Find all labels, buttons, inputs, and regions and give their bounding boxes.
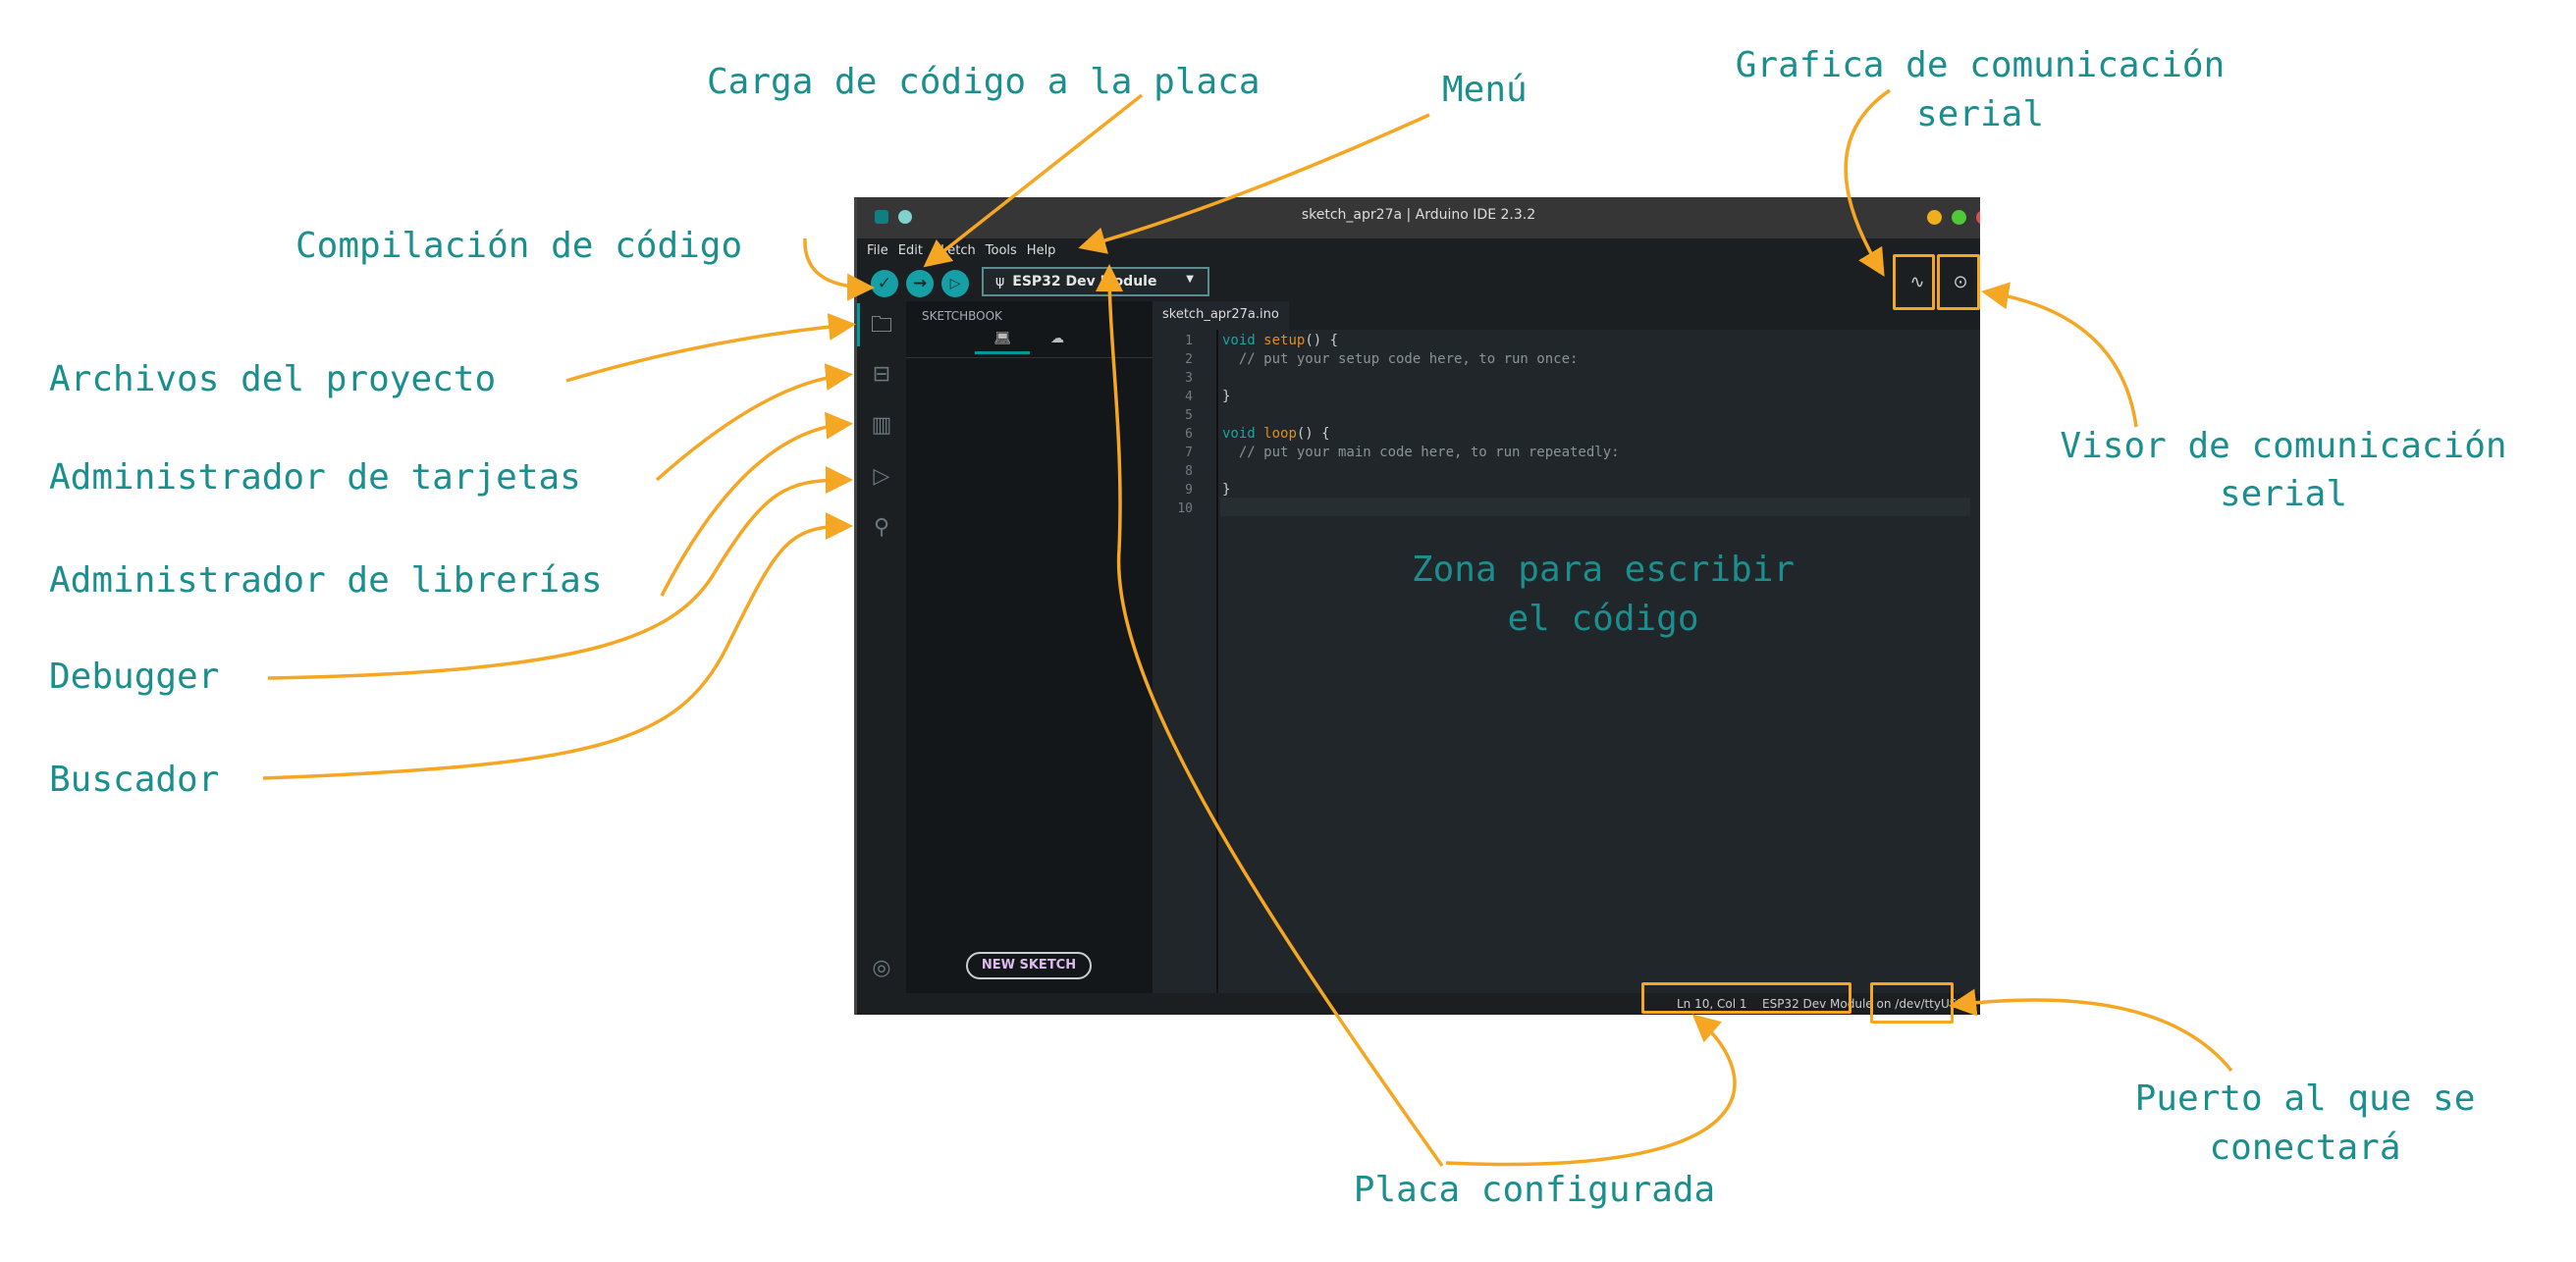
label-files: Archivos del proyecto (49, 359, 497, 399)
label-boards: Administrador de tarjetas (49, 457, 581, 498)
label-libraries: Administrador de librerías (49, 560, 603, 601)
arrow-menu (1078, 113, 1430, 254)
label-plotter-1: Grafica de comunicación (1735, 45, 2226, 85)
label-board: Placa configurada (1353, 1170, 1716, 1210)
arrow-plotter (1844, 88, 1891, 277)
label-editor-1: Zona para escribir (1411, 550, 1796, 590)
arrow-boards (655, 363, 853, 482)
label-monitor-2: serial (2219, 474, 2348, 514)
arrow-monitor (1981, 282, 2138, 428)
label-port-1: Puerto al que se (2134, 1078, 2476, 1119)
label-upload: Carga de código a la placa (707, 62, 1261, 102)
arrow-port (1949, 988, 2233, 1073)
arrow-board-status (1445, 1014, 1737, 1167)
label-menu: Menú (1442, 70, 1528, 110)
arrow-board (1096, 264, 1444, 1168)
label-editor-2: el código (1507, 599, 1699, 639)
arrow-files (565, 313, 856, 383)
label-plotter-2: serial (1915, 94, 2045, 134)
label-debugger: Debugger (49, 657, 220, 697)
label-monitor-1: Visor de comunicación (2060, 426, 2507, 466)
label-port-2: conectará (2209, 1128, 2401, 1168)
label-compile: Compilación de código (295, 226, 743, 266)
label-search: Buscador (49, 760, 220, 800)
annotation-arrows (262, 88, 2233, 1168)
arrow-compile (803, 237, 875, 301)
arrow-libraries (660, 411, 853, 597)
